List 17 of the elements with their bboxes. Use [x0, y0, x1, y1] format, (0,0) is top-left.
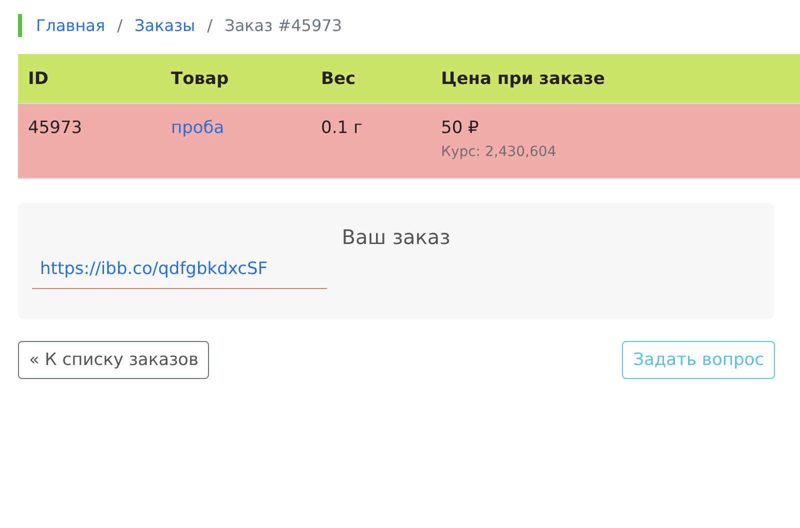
- column-header: Цена при заказе: [441, 68, 605, 88]
- column-header: Товар: [171, 68, 229, 88]
- order-link[interactable]: https://ibb.co/qdfgbkdxcSF: [40, 259, 268, 279]
- breadcrumb-separator: /: [117, 16, 122, 35]
- price-text: 50 ₽: [441, 118, 480, 138]
- table-cell: 0.1 г: [321, 118, 362, 138]
- rate-text: Курс: 2,430,604: [441, 144, 558, 160]
- breadcrumb-separator: /: [207, 16, 213, 35]
- breadcrumb-current: Заказ #45973: [224, 16, 342, 35]
- breadcrumb-link[interactable]: Заказы: [134, 16, 196, 35]
- column-header: Вес: [321, 68, 356, 88]
- table-cell: 45973: [28, 118, 82, 138]
- card-title: Ваш заказ: [340, 225, 452, 249]
- back-button[interactable]: « К списку заказов: [18, 341, 210, 379]
- breadcrumb-link[interactable]: Главная: [36, 16, 106, 35]
- product-link[interactable]: проба: [171, 118, 224, 138]
- column-header: ID: [28, 68, 48, 88]
